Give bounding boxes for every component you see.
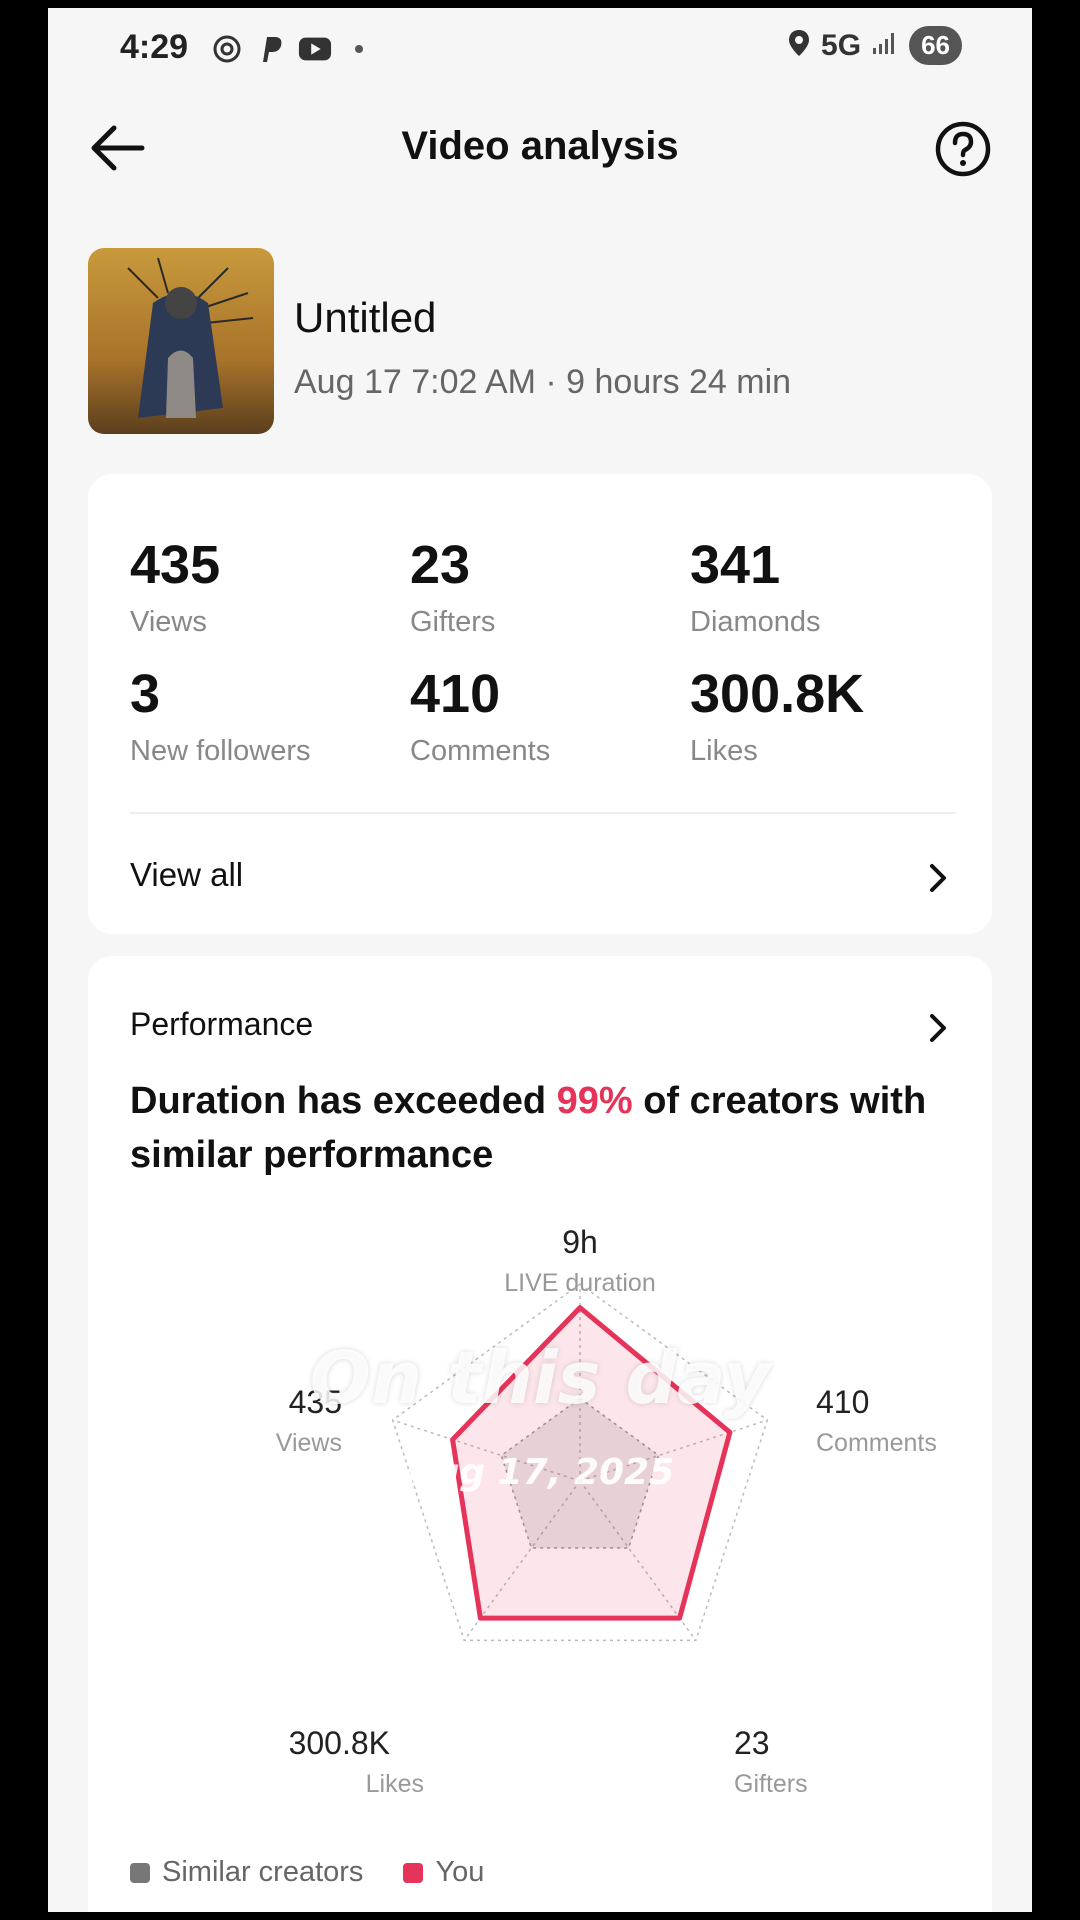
legend-swatch — [403, 1862, 424, 1883]
stat-label: Views — [130, 606, 207, 638]
legend-label: You — [435, 1856, 485, 1888]
on-this-day-overlay: On this day — [309, 1336, 771, 1420]
view-all-link[interactable]: View all — [130, 856, 243, 894]
threads-icon — [210, 32, 244, 66]
stat-label: Comments — [410, 735, 551, 767]
performance-card: Performance Duration has exceeded 99% of… — [88, 956, 992, 1912]
stat-new-followers: 3 New followers — [130, 667, 311, 768]
stat-label: New followers — [130, 735, 311, 767]
legend-item-you: You — [403, 1856, 484, 1889]
paypal-icon — [254, 32, 288, 66]
stat-value: 435 — [130, 535, 221, 595]
chart-legend: Similar creators You — [130, 1856, 484, 1889]
radar-axis-label: LIVE duration — [504, 1269, 656, 1297]
page-title: Video analysis — [401, 124, 679, 168]
stat-value: 341 — [690, 535, 781, 595]
divider — [130, 812, 956, 814]
stat-value: 3 — [130, 664, 161, 724]
stats-card: 435 Views 23 Gifters 341 Diamonds 3 New … — [88, 474, 992, 934]
status-right: 5G 66 — [787, 26, 962, 65]
stat-label: Gifters — [410, 606, 496, 638]
radar-axis-value: 9h — [562, 1224, 598, 1260]
chevron-right-icon[interactable] — [926, 860, 950, 896]
video-meta: Aug 17 7:02 AM · 9 hours 24 min — [294, 363, 792, 401]
stat-views: 435 Views — [130, 538, 220, 639]
stat-label: Likes — [690, 735, 758, 767]
signal-icon — [871, 30, 899, 61]
stat-value: 23 — [410, 535, 471, 595]
status-time: 4:29 — [120, 28, 189, 66]
app-header: Video analysis — [48, 100, 1032, 196]
youtube-icon — [298, 32, 332, 66]
radar-axis-label: Likes — [366, 1770, 424, 1798]
stat-value: 410 — [410, 664, 501, 724]
radar-axis-value: 23 — [734, 1725, 770, 1761]
status-bar: 4:29 5G 66 — [48, 8, 1032, 92]
legend-label: Similar creators — [162, 1856, 364, 1888]
more-notifications-icon — [342, 32, 376, 66]
stat-diamonds: 341 Diamonds — [690, 538, 821, 639]
overlay-date: Aug 17, 2025 — [405, 1452, 675, 1493]
legend-item-similar: Similar creators — [130, 1856, 363, 1889]
radar-axis-label: Gifters — [734, 1770, 808, 1798]
stat-label: Diamonds — [690, 606, 821, 638]
help-icon[interactable] — [934, 120, 992, 178]
network-type: 5G — [821, 28, 862, 62]
stat-value: 300.8K — [690, 664, 865, 724]
stat-gifters: 23 Gifters — [410, 538, 495, 639]
legend-swatch — [130, 1862, 150, 1883]
video-title: Untitled — [294, 294, 437, 341]
battery-level: 66 — [909, 26, 962, 65]
notification-icons — [210, 32, 376, 66]
stat-likes: 300.8K Likes — [690, 667, 864, 768]
video-thumbnail[interactable] — [88, 248, 274, 434]
screen: 4:29 5G 66 Video analysis Untitled Aug 1… — [48, 8, 1032, 1912]
stat-comments: 410 Comments — [410, 667, 550, 768]
radar-axis-value: 300.8K — [289, 1725, 390, 1761]
location-icon — [787, 28, 811, 63]
